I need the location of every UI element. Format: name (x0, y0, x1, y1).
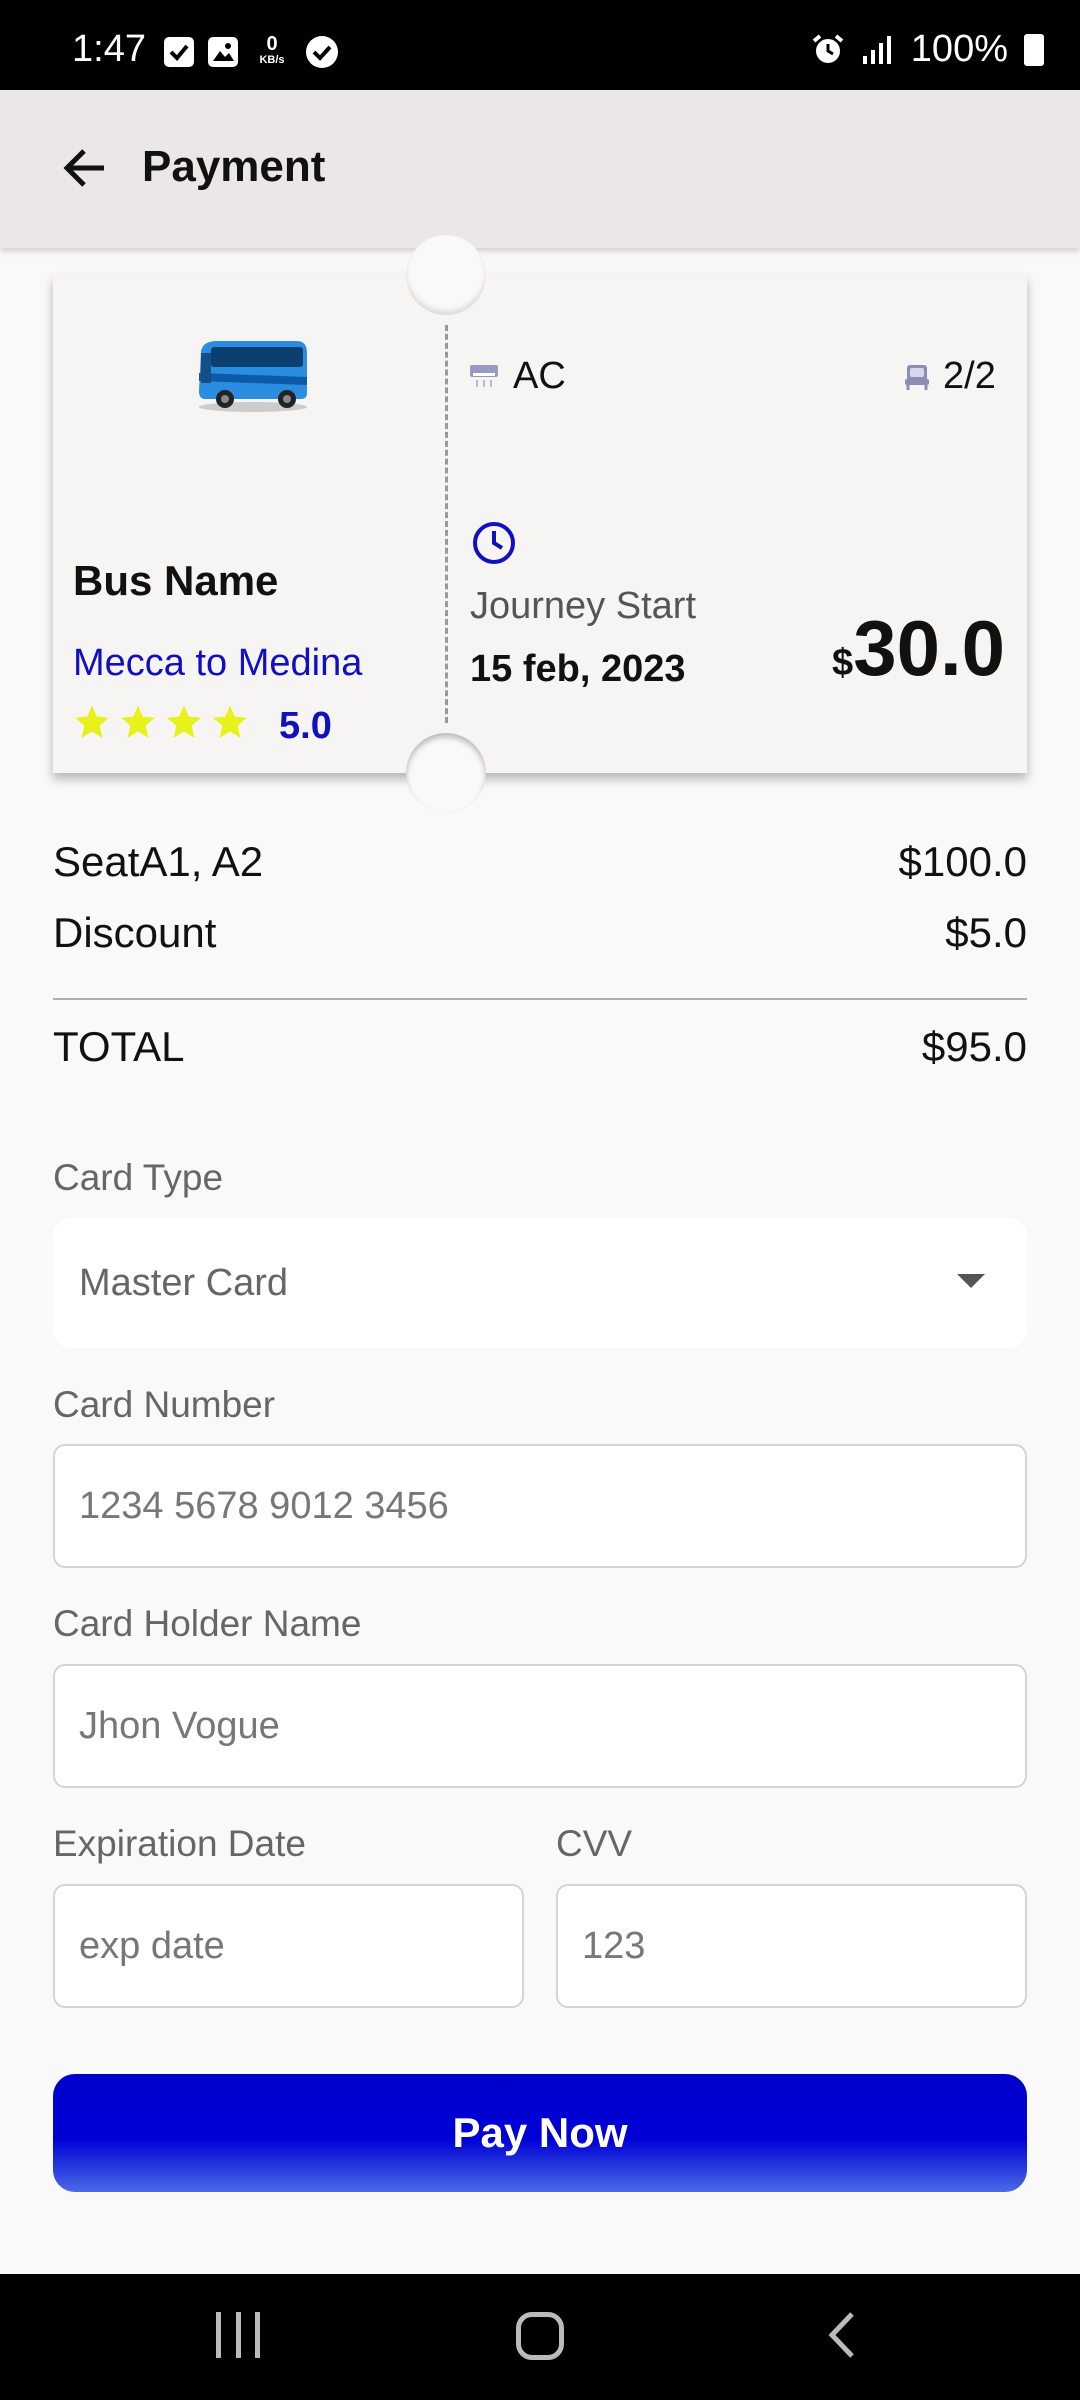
journey-label: Journey Start (470, 585, 696, 627)
card-number-input[interactable] (53, 1444, 1027, 1568)
ticket-notch-top (406, 235, 486, 315)
recent-apps-button[interactable] (216, 2312, 260, 2358)
card-holder-input[interactable] (53, 1664, 1027, 1788)
alarm-icon (812, 33, 844, 63)
battery-icon (1024, 33, 1044, 66)
ticket-divider (445, 325, 448, 723)
rating-value: 5.0 (279, 705, 332, 747)
net-speed-value: 0 (266, 33, 278, 55)
page-title: Payment (142, 142, 326, 191)
amenity-label: AC (513, 355, 566, 397)
clock-icon (473, 522, 515, 564)
pay-now-button[interactable]: Pay Now (53, 2074, 1027, 2192)
status-time: 1:47 (72, 28, 146, 70)
bus-name: Bus Name (73, 557, 279, 604)
price-currency: $ (832, 642, 854, 684)
ticket-price: $30.0 (832, 603, 1005, 694)
card-type-label: Card Type (53, 1157, 224, 1198)
discount-label: Discount (53, 909, 217, 956)
journey-date: 15 feb, 2023 (470, 648, 686, 690)
expiration-date-label: Expiration Date (53, 1823, 306, 1864)
ticket-card: Bus Name Mecca to Medina 5.0 AC 2/2 Jour… (53, 235, 1027, 813)
bus-image (199, 341, 307, 412)
card-type-dropdown[interactable]: Master Card (53, 1218, 1027, 1348)
nav-back-button[interactable] (822, 2310, 862, 2360)
home-button[interactable] (516, 2312, 564, 2360)
net-speed-indicator: 0 KB/s (252, 34, 292, 70)
image-icon (208, 37, 238, 67)
seat-row: SeatA1, A2 $100.0 (53, 838, 1027, 886)
system-nav-bar (0, 2274, 1080, 2400)
seat-count: 2/2 (943, 355, 996, 397)
status-left-icons: 0 KB/s (164, 34, 338, 70)
discount-row: Discount $5.0 (53, 909, 1027, 957)
star-icon (121, 705, 155, 738)
total-amount: $95.0 (921, 1023, 1027, 1070)
star-icon (75, 705, 109, 738)
card-holder-label: Card Holder Name (53, 1603, 362, 1644)
cvv-label: CVV (556, 1823, 633, 1864)
star-icon (167, 705, 201, 738)
net-speed-unit: KB/s (259, 54, 285, 66)
dropdown-arrow-icon (957, 1274, 985, 1288)
back-button[interactable] (54, 136, 118, 200)
checkbox-icon (164, 37, 194, 67)
seat-label: SeatA1, A2 (53, 838, 264, 885)
summary-divider (53, 998, 1027, 1000)
total-row: TOTAL $95.0 (53, 1023, 1027, 1071)
status-right-icons: 100% (811, 28, 1044, 71)
route-text: Mecca to Medina (73, 642, 363, 684)
ticket-notch-bottom (406, 733, 486, 813)
signal-icon (862, 35, 891, 64)
discount-amount: $5.0 (945, 909, 1027, 956)
total-label: TOTAL (53, 1023, 185, 1070)
star-icon (213, 705, 247, 738)
check-circle-icon (306, 36, 338, 68)
app-bar: Payment (0, 90, 1080, 248)
card-type-value: Master Card (79, 1262, 289, 1304)
seat-icon (905, 365, 929, 390)
cvv-input[interactable] (556, 1884, 1027, 2008)
status-bar: 1:47 0 KB/s 100% (0, 0, 1080, 90)
card-number-label: Card Number (53, 1384, 276, 1425)
expiration-date-input[interactable] (53, 1884, 524, 2008)
seat-amount: $100.0 (898, 838, 1027, 885)
price-amount: 30.0 (853, 604, 1005, 692)
rating-stars (73, 703, 249, 741)
arrow-left-icon (63, 149, 104, 187)
ac-icon (470, 365, 498, 387)
battery-percentage: 100% (910, 28, 1008, 70)
